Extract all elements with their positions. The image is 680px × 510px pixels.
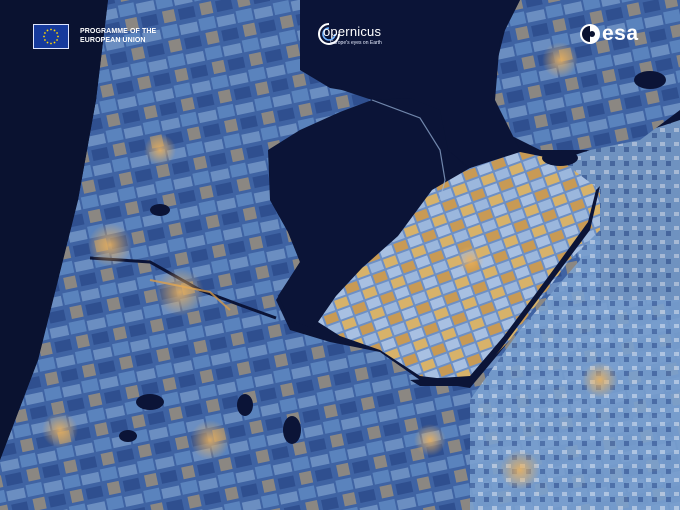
eu-star [44,39,46,41]
eu-star [44,32,46,34]
eu-star [56,39,58,41]
copernicus-tagline: Europe's eyes on Earth [330,40,382,46]
eu-label-line1: PROGRAMME OF THE [80,28,157,35]
eu-star [57,35,59,38]
eu-star [46,41,49,44]
eu-star [50,28,52,31]
logo-header: PROGRAMME OF THE EUROPEAN UNION opernicu… [0,0,680,60]
eu-programme-label: PROGRAMME OF THE EUROPEAN UNION [80,27,156,45]
copernicus-logo: opernicus Europe's eyes on Earth [316,21,396,49]
copernicus-name: opernicus [323,24,382,39]
satellite-map [0,0,680,510]
satellite-image-scene: PROGRAMME OF THE EUROPEAN UNION opernicu… [0,0,680,510]
eu-star [53,29,56,32]
eu-label-line2: EUROPEAN UNION [80,37,146,44]
eu-star [46,29,49,32]
eu-star [50,42,52,45]
esa-logo-icon [580,24,600,44]
esa-logo: esa [578,22,650,48]
eu-star [53,41,56,44]
esa-name: esa [602,22,639,45]
eu-star [56,32,58,34]
eu-flag-icon [33,24,69,49]
eu-star [43,35,45,38]
